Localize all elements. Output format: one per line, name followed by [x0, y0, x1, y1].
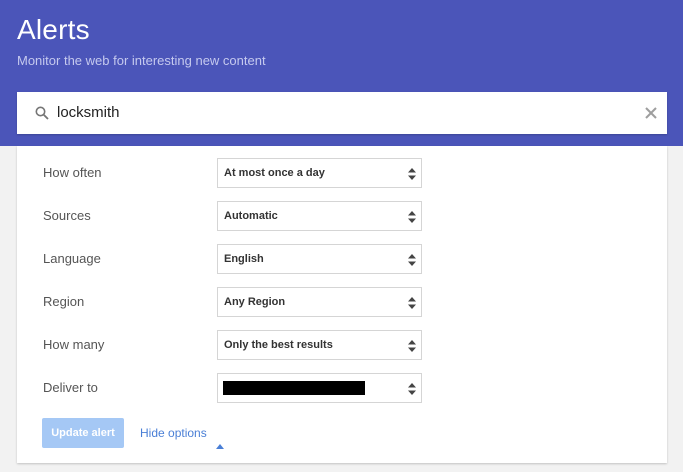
alert-options-panel: How often At most once a day Sources Aut…	[17, 146, 667, 463]
option-row-deliver-to: Deliver to	[17, 373, 667, 403]
language-select[interactable]: English	[217, 244, 422, 274]
search-icon	[35, 106, 49, 120]
option-label: Language	[43, 251, 101, 266]
option-label: Region	[43, 294, 85, 309]
redacted-email-bar	[223, 381, 365, 395]
option-row-how-many: How many Only the best results	[17, 330, 667, 360]
region-select[interactable]: Any Region	[217, 287, 422, 317]
caret-up-icon	[216, 430, 224, 449]
how-often-select[interactable]: At most once a day	[217, 158, 422, 188]
select-value: Automatic	[224, 210, 278, 222]
updown-arrows-icon	[408, 167, 416, 180]
close-icon[interactable]	[643, 105, 659, 121]
updown-arrows-icon	[408, 296, 416, 309]
select-value: Any Region	[224, 296, 286, 308]
hide-options-link[interactable]: Hide options	[140, 418, 224, 449]
updown-arrows-icon	[408, 210, 416, 223]
option-label: How often	[43, 165, 102, 180]
deliver-to-select[interactable]	[217, 373, 422, 403]
select-value: At most once a day	[224, 167, 325, 179]
select-value: Only the best results	[224, 339, 333, 351]
updown-arrows-icon	[408, 382, 416, 395]
how-many-select[interactable]: Only the best results	[217, 330, 422, 360]
search-input[interactable]: locksmith	[57, 92, 120, 134]
option-row-sources: Sources Automatic	[17, 201, 667, 231]
option-label: Sources	[43, 208, 91, 223]
page-subtitle: Monitor the web for interesting new cont…	[17, 53, 266, 68]
search-box[interactable]: locksmith	[17, 92, 667, 134]
option-row-how-often: How often At most once a day	[17, 158, 667, 188]
select-value: English	[224, 253, 264, 265]
hide-options-label: Hide options	[140, 426, 207, 440]
option-label: How many	[43, 337, 105, 352]
update-alert-button[interactable]: Update alert	[42, 418, 124, 448]
option-label: Deliver to	[43, 380, 98, 395]
sources-select[interactable]: Automatic	[217, 201, 422, 231]
option-row-language: Language English	[17, 244, 667, 274]
updown-arrows-icon	[408, 339, 416, 352]
updown-arrows-icon	[408, 253, 416, 266]
option-row-region: Region Any Region	[17, 287, 667, 317]
page-title: Alerts	[17, 14, 90, 45]
